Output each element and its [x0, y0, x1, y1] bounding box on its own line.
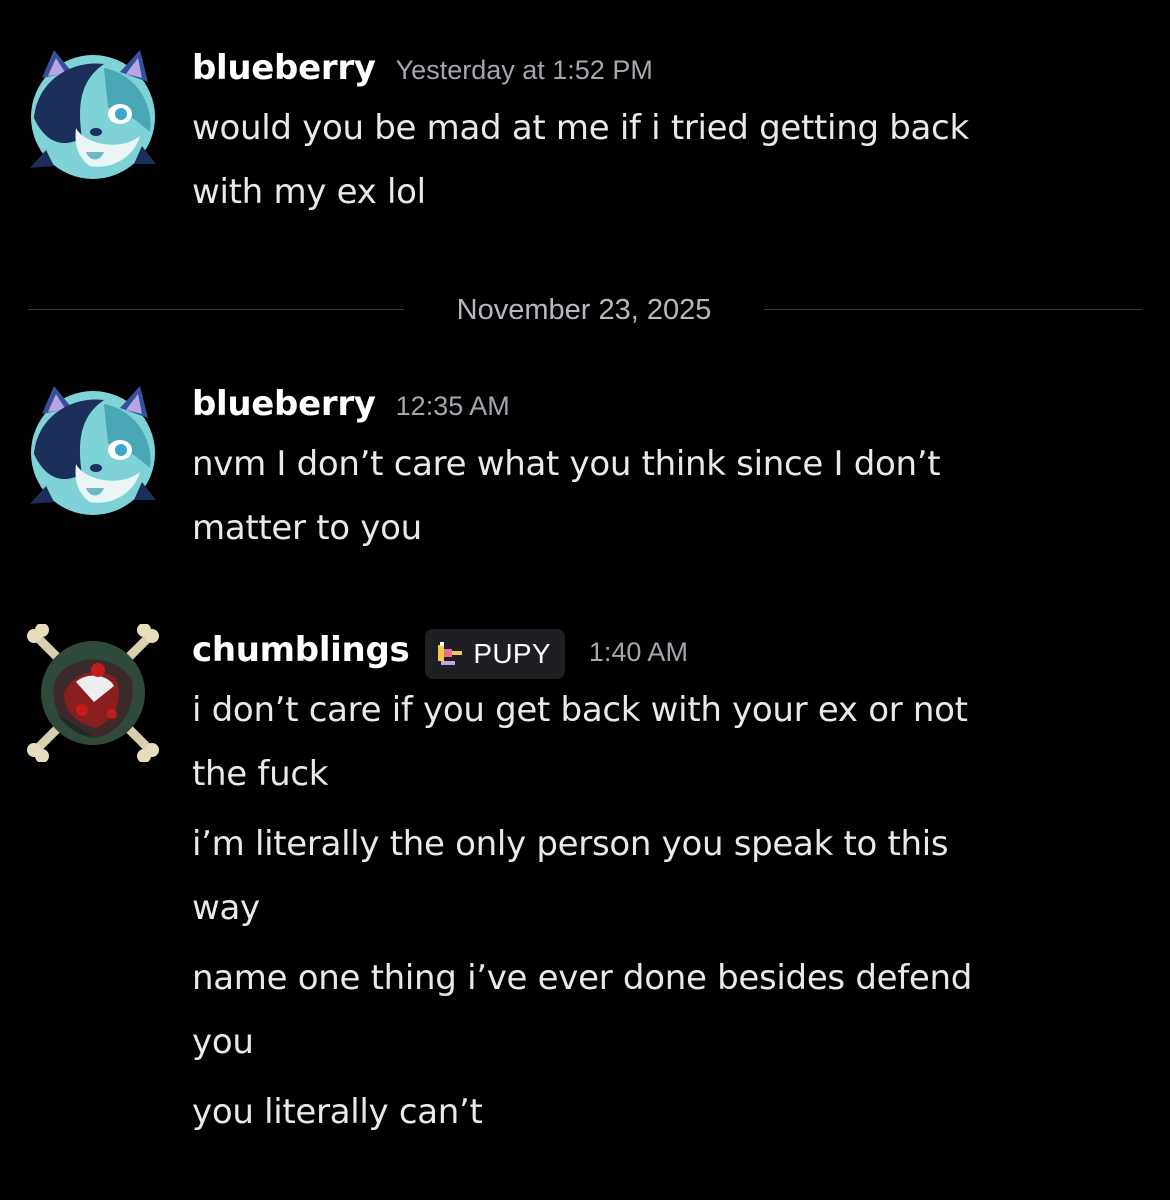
- message-line: i don’t care if you get back with your e…: [192, 690, 968, 730]
- message-line: would you be mad at me if i tried gettin…: [192, 108, 969, 148]
- skull-crossbones-avatar-icon: [27, 624, 159, 762]
- message-header: chumblings PUPY 1:40 AM: [192, 629, 1130, 679]
- message-content: chumblings PUPY 1:40 AM i don’t care if …: [192, 629, 1130, 1144]
- divider-rule-left: [28, 309, 404, 310]
- message-text: name one thing i’ve ever done besides de…: [192, 946, 1130, 1074]
- timestamp: 1:40 AM: [588, 637, 688, 667]
- message-text: would you be mad at me if i tried gettin…: [192, 96, 1130, 224]
- message-content: blueberry Yesterday at 1:52 PM would you…: [192, 48, 1130, 224]
- message-line: name one thing i’ve ever done besides de…: [192, 958, 973, 998]
- role-tag-badge[interactable]: PUPY: [425, 629, 565, 679]
- message-line: nvm I don’t care what you think since I …: [192, 444, 941, 484]
- message-line: i’m literally the only person you speak …: [192, 824, 949, 864]
- message-line: way: [192, 888, 260, 928]
- message-line: you literally can’t: [192, 1092, 483, 1132]
- blue-fox-avatar-icon: [30, 386, 156, 515]
- username[interactable]: chumblings: [192, 630, 410, 670]
- user-avatar[interactable]: [24, 384, 162, 522]
- divider-rule-right: [764, 309, 1142, 310]
- user-avatar[interactable]: [24, 48, 162, 186]
- message-line: with my ex lol: [192, 172, 426, 212]
- message-content: blueberry 12:35 AM nvm I don’t care what…: [192, 384, 1130, 560]
- message-line: matter to you: [192, 508, 422, 548]
- timestamp: Yesterday at 1:52 PM: [395, 55, 653, 85]
- message-text: nvm I don’t care what you think since I …: [192, 432, 1130, 560]
- message-line: you: [192, 1022, 254, 1062]
- message-line: the fuck: [192, 754, 329, 794]
- user-avatar[interactable]: [24, 624, 162, 762]
- date-divider: November 23, 2025: [28, 290, 1142, 330]
- message-text: i’m literally the only person you speak …: [192, 812, 1130, 940]
- username[interactable]: blueberry: [192, 384, 376, 424]
- pupy-tag-icon: [438, 642, 463, 665]
- message-header: blueberry Yesterday at 1:52 PM: [192, 48, 1130, 92]
- message-text: you literally can’t: [192, 1080, 1130, 1144]
- timestamp: 12:35 AM: [395, 391, 510, 421]
- message-text: i don’t care if you get back with your e…: [192, 678, 1130, 806]
- message-header: blueberry 12:35 AM: [192, 384, 1130, 428]
- blue-fox-avatar-icon: [30, 50, 156, 179]
- username[interactable]: blueberry: [192, 48, 376, 88]
- date-divider-label: November 23, 2025: [456, 294, 712, 326]
- role-tag-label: PUPY: [473, 638, 551, 669]
